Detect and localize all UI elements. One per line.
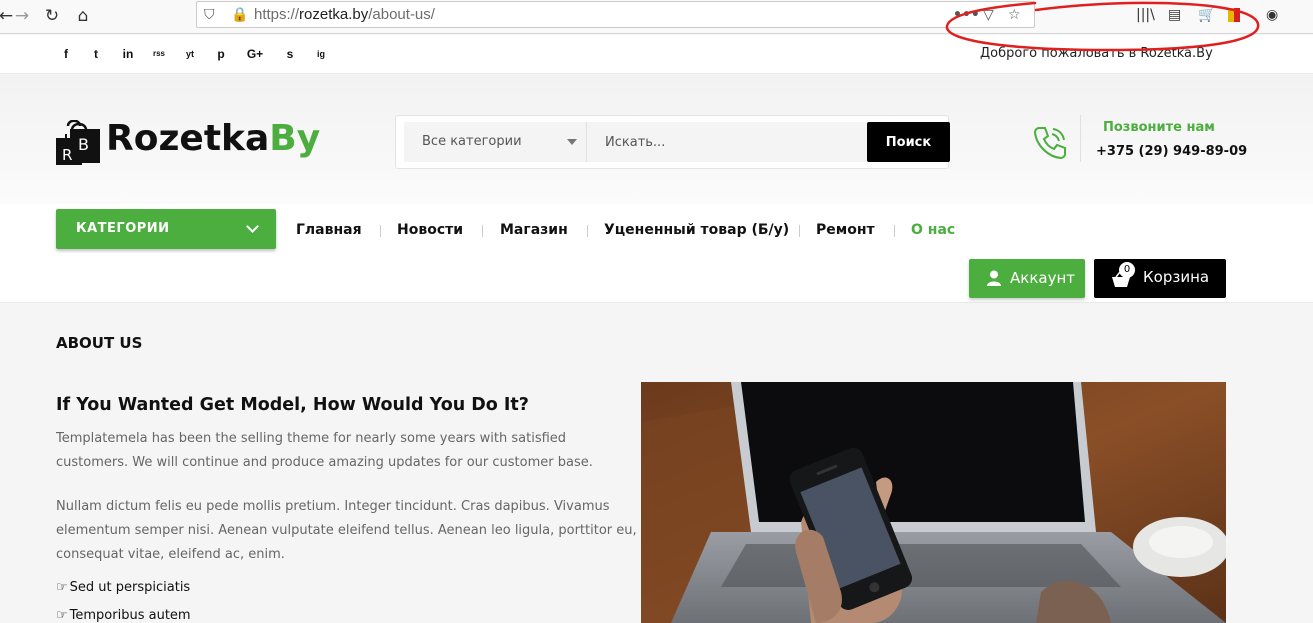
site-logo[interactable]: B R RozetkaBy xyxy=(56,115,326,167)
account-label: Аккаунт xyxy=(1010,269,1075,287)
site-header: B R RozetkaBy Все категории Поиск Позвон… xyxy=(0,75,1313,204)
top-bar: f t in rss yt p G+ s ig Доброго пожалова… xyxy=(0,35,1313,74)
list-item-text: Temporibus autem xyxy=(69,608,191,623)
google-plus-icon[interactable]: G+ xyxy=(245,45,265,63)
phone-number[interactable]: +375 (29) 949-89-09 xyxy=(1096,144,1247,159)
search-inner: Все категории Поиск xyxy=(404,122,950,162)
section-heading: If You Wanted Get Model, How Would You D… xyxy=(56,395,529,415)
rss-icon[interactable]: rss xyxy=(149,45,169,63)
logo-text-main: Rozetka xyxy=(106,118,270,159)
hand-pointer-icon: ☞ xyxy=(56,580,68,595)
browser-toolbar: ← → ↻ ⌂ ⛉ 🔒 https://rozetka.by/about-us/… xyxy=(0,0,1313,34)
home-icon[interactable]: ⌂ xyxy=(71,4,95,28)
instagram-icon[interactable]: ig xyxy=(311,45,331,63)
body-paragraph: Nullam dictum felis eu pede mollis preti… xyxy=(56,499,637,562)
pinterest-icon[interactable]: p xyxy=(211,45,231,63)
nav-item-about[interactable]: О нас xyxy=(911,222,955,238)
shield-icon[interactable]: ⛉ xyxy=(204,6,215,24)
url-host: rozetka.by xyxy=(299,6,369,23)
cart-count-badge: 0 xyxy=(1119,262,1135,278)
categories-label: КАТЕГОРИИ xyxy=(76,221,170,236)
caret-down-icon xyxy=(567,139,577,145)
library-icon[interactable]: |||\ xyxy=(1136,6,1155,24)
page-actions-icon[interactable]: ••• xyxy=(953,6,980,24)
sidebar-icon[interactable]: ▤ xyxy=(1168,6,1181,24)
main-menu-bar: КАТЕГОРИИ Главная Новости Магазин Уценен… xyxy=(0,204,1313,303)
list-item: ☞ Sed ut perspiciatis xyxy=(56,580,190,595)
flag-extension-icon[interactable] xyxy=(1228,8,1240,22)
categories-button[interactable]: КАТЕГОРИИ xyxy=(56,209,276,249)
account-icon[interactable]: ◉ xyxy=(1266,6,1278,24)
welcome-message: Доброго пожаловать в Rozetka.By xyxy=(980,46,1213,61)
nav-item-home[interactable]: Главная xyxy=(296,222,362,238)
bookmark-star-icon[interactable]: ☆ xyxy=(1008,6,1021,24)
skype-icon[interactable]: s xyxy=(280,45,300,63)
url-scheme: https:// xyxy=(254,6,300,23)
nav-item-news[interactable]: Новости xyxy=(397,222,463,238)
intro-paragraph: Templatemela has been the selling theme … xyxy=(56,431,593,470)
search-button[interactable]: Поиск xyxy=(867,122,950,162)
logo-text-accent: By xyxy=(269,118,321,159)
search-input[interactable] xyxy=(597,122,859,162)
list-item: ☞ Temporibus autem xyxy=(56,608,191,623)
account-button[interactable]: Аккаунт xyxy=(969,259,1085,298)
nav-separator xyxy=(799,225,800,237)
search-category-select[interactable]: Все категории xyxy=(404,122,587,162)
nav-item-discounted[interactable]: Уцененный товар (Б/у) xyxy=(604,222,789,238)
twitter-icon[interactable]: t xyxy=(86,45,106,63)
nav-item-shop[interactable]: Магазин xyxy=(500,222,568,238)
svg-text:B: B xyxy=(78,135,89,154)
pocket-icon[interactable]: ▽ xyxy=(983,6,994,24)
cart-extension-icon[interactable]: 🛒 xyxy=(1198,6,1215,24)
hand-pointer-icon: ☞ xyxy=(56,608,68,623)
shopping-bag-logo-icon: B R xyxy=(56,120,100,165)
chevron-down-icon xyxy=(246,220,259,233)
forward-icon[interactable]: → xyxy=(10,4,34,28)
list-item-text: Sed ut perspiciatis xyxy=(69,580,191,595)
cart-label: Корзина xyxy=(1143,268,1210,286)
linkedin-icon[interactable]: in xyxy=(118,45,138,63)
nav-item-repair[interactable]: Ремонт xyxy=(816,222,875,238)
phone-icon xyxy=(1033,127,1066,160)
facebook-icon[interactable]: f xyxy=(56,45,76,63)
browser-toolbar-icons: |||\ ▤ 🛒 ◉ xyxy=(1128,6,1298,24)
url-bar[interactable]: ⛉ 🔒 https://rozetka.by/about-us/ ••• ▽ ☆ xyxy=(196,1,1035,28)
call-us-label: Позвоните нам xyxy=(1103,120,1215,135)
page-title: ABOUT US xyxy=(56,334,143,352)
divider xyxy=(1080,115,1081,162)
nav-separator xyxy=(380,225,381,237)
svg-text:R: R xyxy=(62,146,72,164)
lock-warning-icon[interactable]: 🔒 xyxy=(231,6,248,24)
logo-wordmark: RozetkaBy xyxy=(106,119,320,159)
youtube-icon[interactable]: yt xyxy=(180,45,200,63)
about-photo xyxy=(641,382,1226,623)
nav-separator xyxy=(587,225,588,237)
reload-icon[interactable]: ↻ xyxy=(40,4,64,28)
cart-button[interactable]: 0 Корзина xyxy=(1094,259,1226,298)
url-path: /about-us/ xyxy=(368,6,435,23)
user-icon xyxy=(987,270,1001,286)
search-category-value: Все категории xyxy=(422,134,522,149)
search-form: Все категории Поиск xyxy=(395,115,950,169)
url-text[interactable]: https://rozetka.by/about-us/ xyxy=(254,6,435,23)
nav-separator xyxy=(482,225,483,237)
nav-separator xyxy=(894,225,895,237)
